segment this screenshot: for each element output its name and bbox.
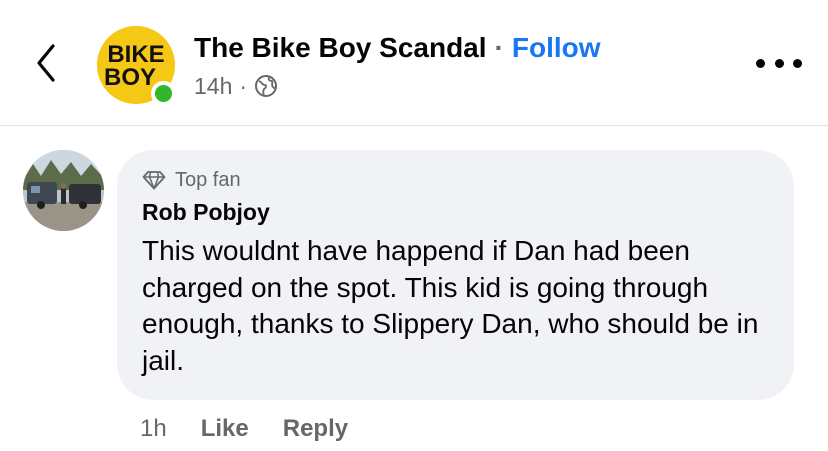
reply-button[interactable]: Reply	[283, 415, 348, 443]
title-separator: ·	[494, 32, 504, 63]
like-button[interactable]: Like	[201, 415, 249, 443]
comment-text: This wouldnt have happend if Dan had bee…	[142, 235, 759, 376]
comment-actions: 1h Like Reply	[140, 412, 348, 446]
meta-separator: ·	[239, 72, 248, 99]
post-meta: 14h ·	[194, 71, 278, 101]
post-time[interactable]: 14h	[194, 73, 232, 100]
avatar-line-2: BOY	[104, 64, 156, 91]
online-status-dot	[151, 81, 176, 106]
globe-icon	[254, 74, 278, 98]
more-horizontal-icon[interactable]	[756, 50, 802, 76]
follow-button[interactable]: Follow	[512, 32, 601, 64]
title-row: The Bike Boy Scandal · Follow	[194, 30, 601, 66]
comment-bubble: Top fan Rob Pobjoy This wouldnt have hap…	[117, 150, 794, 400]
diamond-icon	[142, 170, 166, 190]
top-fan-badge[interactable]: Top fan	[142, 166, 241, 194]
page-name[interactable]: The Bike Boy Scandal	[194, 32, 487, 64]
commenter-avatar[interactable]	[23, 150, 104, 231]
badge-label: Top fan	[175, 168, 241, 191]
post-header: BIKE BOY The Bike Boy Scandal · Follow 1…	[0, 0, 828, 126]
chevron-left-icon[interactable]	[26, 38, 66, 88]
comment-author[interactable]: Rob Pobjoy	[142, 199, 270, 226]
comment-time[interactable]: 1h	[140, 415, 167, 443]
